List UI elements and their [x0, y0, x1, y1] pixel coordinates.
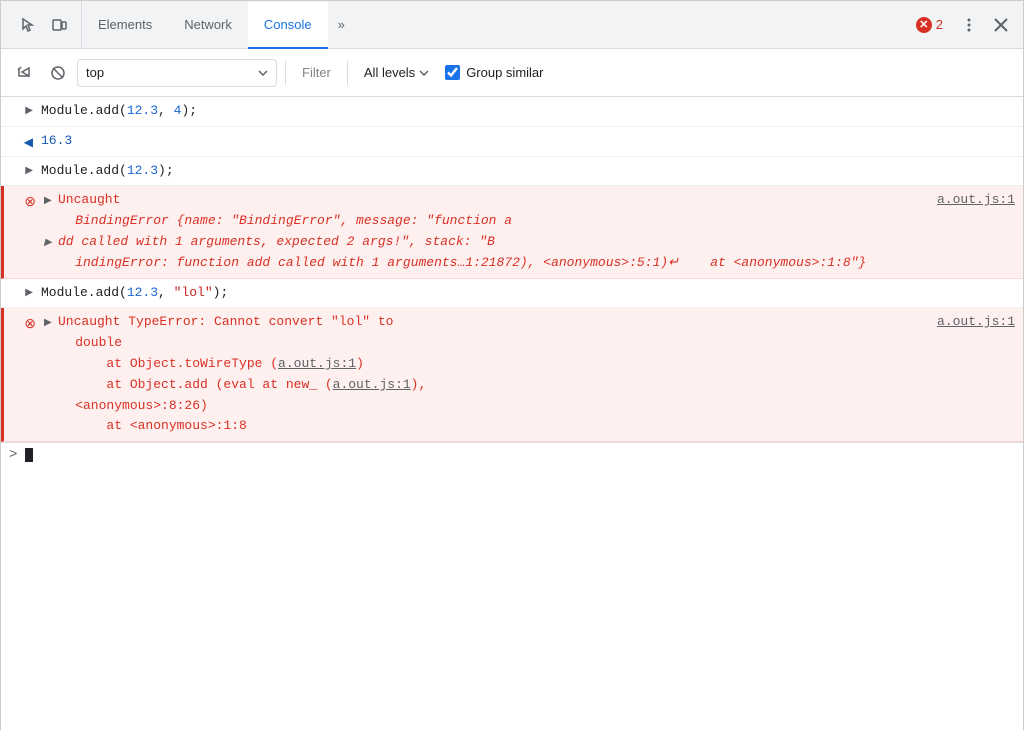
- source-link3[interactable]: a.out.js:1: [333, 377, 411, 392]
- expand-arrow2[interactable]: ▶: [44, 236, 56, 252]
- source-link[interactable]: a.out.js:1: [937, 190, 1015, 211]
- clear-console-button[interactable]: [9, 58, 39, 88]
- tab-bar: Elements Network Console » ✕ 2: [1, 1, 1023, 49]
- separator2: [347, 61, 348, 85]
- tab-elements[interactable]: Elements: [82, 2, 168, 49]
- group-similar: Group similar: [445, 65, 543, 80]
- close-icon[interactable]: [987, 11, 1015, 39]
- error-count: 2: [936, 17, 943, 32]
- console-error-row: ⊗ ▶Uncaught TypeError: Cannot convert "l…: [1, 308, 1023, 442]
- console-row: ▶ Module.add(12.3);: [1, 157, 1023, 187]
- more-options-icon[interactable]: [955, 11, 983, 39]
- tab-bar-right: ✕ 2: [908, 11, 1019, 39]
- tab-network[interactable]: Network: [168, 2, 248, 49]
- expand-arrow[interactable]: ▶: [44, 194, 56, 210]
- row-gutter: ▶: [1, 101, 41, 117]
- chevron-down-icon2: [419, 70, 429, 76]
- context-value: top: [86, 65, 250, 80]
- output-arrow: ◀: [24, 135, 33, 150]
- console-cursor: [25, 448, 33, 462]
- row-content: ▶Uncaught a.out.js:1 BindingError {name:…: [44, 190, 1015, 273]
- context-selector[interactable]: top: [77, 59, 277, 87]
- error-badge[interactable]: ✕ 2: [908, 17, 951, 33]
- block-icon[interactable]: [43, 58, 73, 88]
- chevron-down-icon: [258, 70, 268, 76]
- row-gutter: ▶: [1, 283, 41, 299]
- source-link2[interactable]: a.out.js:1: [278, 356, 356, 371]
- console-row: ◀ 16.3: [1, 127, 1023, 157]
- error-icon: ⊗: [24, 316, 36, 333]
- expand-arrow[interactable]: ▶: [25, 105, 33, 117]
- group-similar-label: Group similar: [466, 65, 543, 80]
- devtools-icons: [5, 1, 82, 48]
- group-similar-checkbox[interactable]: [445, 65, 460, 80]
- console-error-row: ⊗ ▶Uncaught a.out.js:1 BindingError {nam…: [1, 186, 1023, 278]
- tab-more[interactable]: »: [328, 1, 355, 48]
- device-icon[interactable]: [45, 11, 73, 39]
- row-content: Module.add(12.3);: [41, 161, 1015, 182]
- expand-arrow[interactable]: ▶: [25, 287, 33, 299]
- pointer-icon[interactable]: [13, 11, 41, 39]
- expand-arrow[interactable]: ▶: [44, 316, 56, 332]
- row-gutter: ⊗: [4, 312, 44, 333]
- levels-button[interactable]: All levels: [356, 59, 437, 87]
- console-input-row[interactable]: >: [1, 442, 1023, 467]
- separator: [285, 61, 286, 85]
- row-gutter: ⊗: [4, 190, 44, 211]
- row-gutter: ◀: [1, 131, 41, 150]
- source-link[interactable]: a.out.js:1: [937, 312, 1015, 333]
- row-content: Module.add(12.3, 4);: [41, 101, 1015, 122]
- row-content: Module.add(12.3, "lol");: [41, 283, 1015, 304]
- row-gutter: ▶: [1, 161, 41, 177]
- console-toolbar: top Filter All levels Group similar: [1, 49, 1023, 97]
- filter-label: Filter: [294, 65, 339, 80]
- error-badge-icon: ✕: [916, 17, 932, 33]
- console-prompt: >: [9, 447, 17, 463]
- error-icon: ⊗: [24, 194, 36, 211]
- console-row: ▶ Module.add(12.3, "lol");: [1, 279, 1023, 309]
- row-content: ▶Uncaught TypeError: Cannot convert "lol…: [44, 312, 1015, 437]
- console-row: ▶ Module.add(12.3, 4);: [1, 97, 1023, 127]
- expand-arrow[interactable]: ▶: [25, 165, 33, 177]
- levels-label: All levels: [364, 65, 415, 80]
- console-content: ▶ Module.add(12.3, 4); ◀ 16.3 ▶ Module.a…: [1, 97, 1023, 731]
- tab-console[interactable]: Console: [248, 2, 328, 49]
- row-content: 16.3: [41, 131, 1015, 152]
